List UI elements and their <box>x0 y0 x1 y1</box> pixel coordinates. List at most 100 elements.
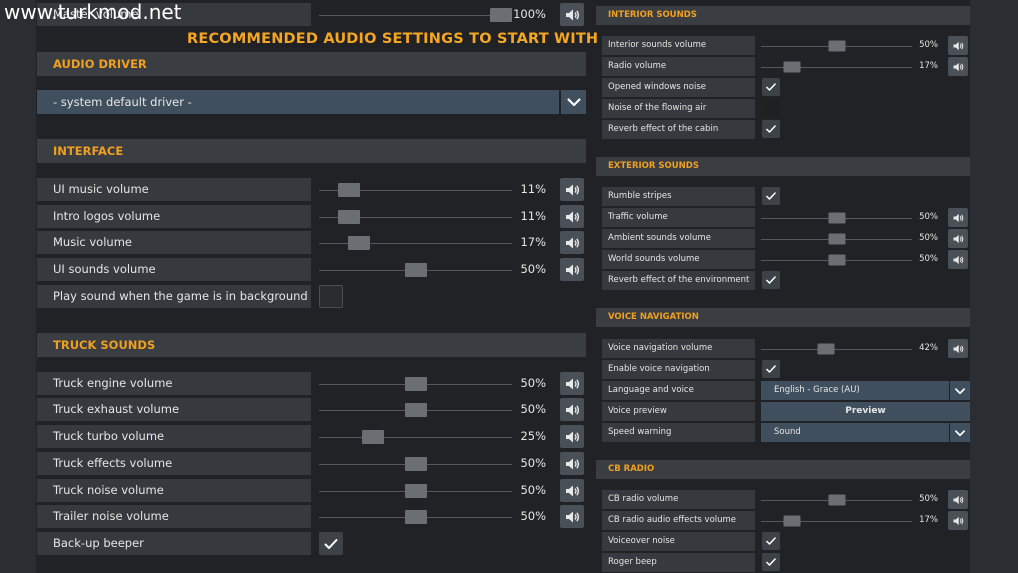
slider-thumb[interactable] <box>828 212 845 223</box>
rumble-stripes-label: Rumble stripes <box>602 187 755 206</box>
truck-engine-volume-value: 50% <box>520 376 546 390</box>
slider-thumb[interactable] <box>404 402 427 417</box>
speaker-icon <box>566 404 580 415</box>
rumble-stripes-checkbox[interactable] <box>762 187 780 205</box>
slider-thumb[interactable] <box>337 209 360 224</box>
enable-voice-navigation-checkbox[interactable] <box>762 360 780 378</box>
speaker-icon <box>953 62 964 71</box>
world-sounds-mute-button[interactable] <box>948 250 968 269</box>
truck-engine-volume-slider[interactable] <box>319 372 512 395</box>
radio-mute-button[interactable] <box>948 57 968 76</box>
music-volume-slider[interactable] <box>319 231 512 254</box>
slider-thumb[interactable] <box>490 7 512 22</box>
speed-warning-dropdown[interactable]: Sound <box>761 423 949 442</box>
language-and-voice-dropdown-button[interactable] <box>950 381 970 400</box>
truck-engine-mute-button[interactable] <box>560 372 584 395</box>
ambient-sounds-mute-button[interactable] <box>948 229 968 248</box>
slider-thumb[interactable] <box>404 456 427 471</box>
slider-thumb[interactable] <box>828 40 845 51</box>
speed-warning-label: Speed warning <box>602 423 755 442</box>
voice-preview-button[interactable]: Preview <box>761 402 970 421</box>
language-and-voice-dropdown[interactable]: English - Grace (AU) <box>761 381 949 400</box>
cb-radio-volume-value: 50% <box>919 494 938 504</box>
intro-logos-volume-label: Intro logos volume <box>37 205 311 228</box>
reverb-environment-checkbox[interactable] <box>762 271 780 289</box>
trailer-noise-mute-button[interactable] <box>560 505 584 528</box>
master-volume-mute-button[interactable] <box>560 3 584 26</box>
traffic-mute-button[interactable] <box>948 208 968 227</box>
backup-beeper-checkbox[interactable] <box>319 532 343 555</box>
audio-driver-dropdown[interactable]: - system default driver - <box>37 90 559 114</box>
speed-warning-dropdown-button[interactable] <box>950 423 970 442</box>
intro-logos-volume-value: 11% <box>520 209 546 223</box>
slider-thumb[interactable] <box>404 483 427 498</box>
audio-driver-dropdown-button[interactable] <box>561 90 586 114</box>
truck-exhaust-mute-button[interactable] <box>560 398 584 421</box>
radio-volume-value: 17% <box>919 61 938 71</box>
slider-thumb[interactable] <box>404 376 427 391</box>
truck-engine-volume-label: Truck engine volume <box>37 372 311 395</box>
ui-sounds-volume-slider[interactable] <box>319 258 512 281</box>
truck-effects-volume-slider[interactable] <box>319 452 512 475</box>
trailer-noise-volume-value: 50% <box>520 509 546 523</box>
interior-sounds-volume-slider[interactable] <box>761 36 912 55</box>
traffic-volume-slider[interactable] <box>761 208 912 227</box>
voiceover-noise-checkbox[interactable] <box>762 532 780 550</box>
slider-thumb[interactable] <box>783 515 801 526</box>
speaker-icon <box>566 485 580 496</box>
slider-thumb[interactable] <box>337 182 360 197</box>
background-sound-checkbox[interactable] <box>319 285 343 308</box>
intro-logos-mute-button[interactable] <box>560 205 584 228</box>
radio-volume-slider[interactable] <box>761 57 912 76</box>
voice-navigation-mute-button[interactable] <box>948 339 968 358</box>
truck-turbo-mute-button[interactable] <box>560 425 584 448</box>
opened-windows-noise-label: Opened windows noise <box>602 78 755 97</box>
flowing-air-noise-checkbox[interactable] <box>762 99 780 117</box>
slider-thumb[interactable] <box>404 509 427 524</box>
reverb-cabin-checkbox[interactable] <box>762 120 780 138</box>
master-volume-slider[interactable] <box>319 3 512 26</box>
section-header-audio-driver: AUDIO DRIVER <box>37 52 586 76</box>
slider-thumb[interactable] <box>404 262 427 277</box>
slider-thumb[interactable] <box>783 61 801 72</box>
interior-sounds-volume-value: 50% <box>919 40 938 50</box>
ui-music-volume-slider[interactable] <box>319 178 512 201</box>
music-mute-button[interactable] <box>560 231 584 254</box>
ui-music-mute-button[interactable] <box>560 178 584 201</box>
roger-beep-checkbox[interactable] <box>762 553 780 571</box>
truck-noise-mute-button[interactable] <box>560 479 584 502</box>
trailer-noise-volume-slider[interactable] <box>319 505 512 528</box>
section-header-exterior-sounds: EXTERIOR SOUNDS <box>596 157 970 176</box>
roger-beep-label: Roger beep <box>602 553 755 572</box>
slider-thumb[interactable] <box>828 254 845 265</box>
radio-volume-label: Radio volume <box>602 57 755 76</box>
interior-sounds-mute-button[interactable] <box>948 36 968 55</box>
cb-radio-volume-slider[interactable] <box>761 490 912 509</box>
ui-music-volume-value: 11% <box>520 182 546 196</box>
opened-windows-noise-checkbox[interactable] <box>762 78 780 96</box>
voice-navigation-volume-slider[interactable] <box>761 339 912 358</box>
cb-radio-mute-button[interactable] <box>948 490 968 509</box>
slider-thumb[interactable] <box>828 233 845 244</box>
truck-effects-mute-button[interactable] <box>560 452 584 475</box>
intro-logos-volume-slider[interactable] <box>319 205 512 228</box>
section-header-cb-radio: CB RADIO <box>596 460 970 479</box>
slider-thumb[interactable] <box>348 235 371 250</box>
ambient-sounds-volume-slider[interactable] <box>761 229 912 248</box>
truck-exhaust-volume-slider[interactable] <box>319 398 512 421</box>
trailer-noise-volume-label: Trailer noise volume <box>37 505 311 528</box>
speaker-icon <box>953 516 964 525</box>
slider-thumb[interactable] <box>361 429 384 444</box>
cb-radio-effects-volume-slider[interactable] <box>761 511 912 530</box>
world-sounds-volume-slider[interactable] <box>761 250 912 269</box>
speaker-icon <box>953 234 964 243</box>
truck-turbo-volume-slider[interactable] <box>319 425 512 448</box>
voice-navigation-volume-value: 42% <box>919 343 938 353</box>
truck-noise-volume-slider[interactable] <box>319 479 512 502</box>
speaker-icon <box>566 378 580 389</box>
cb-radio-effects-mute-button[interactable] <box>948 511 968 530</box>
slider-thumb[interactable] <box>828 494 845 505</box>
ui-sounds-mute-button[interactable] <box>560 258 584 281</box>
checkmark-icon <box>766 125 776 133</box>
slider-thumb[interactable] <box>817 343 835 354</box>
